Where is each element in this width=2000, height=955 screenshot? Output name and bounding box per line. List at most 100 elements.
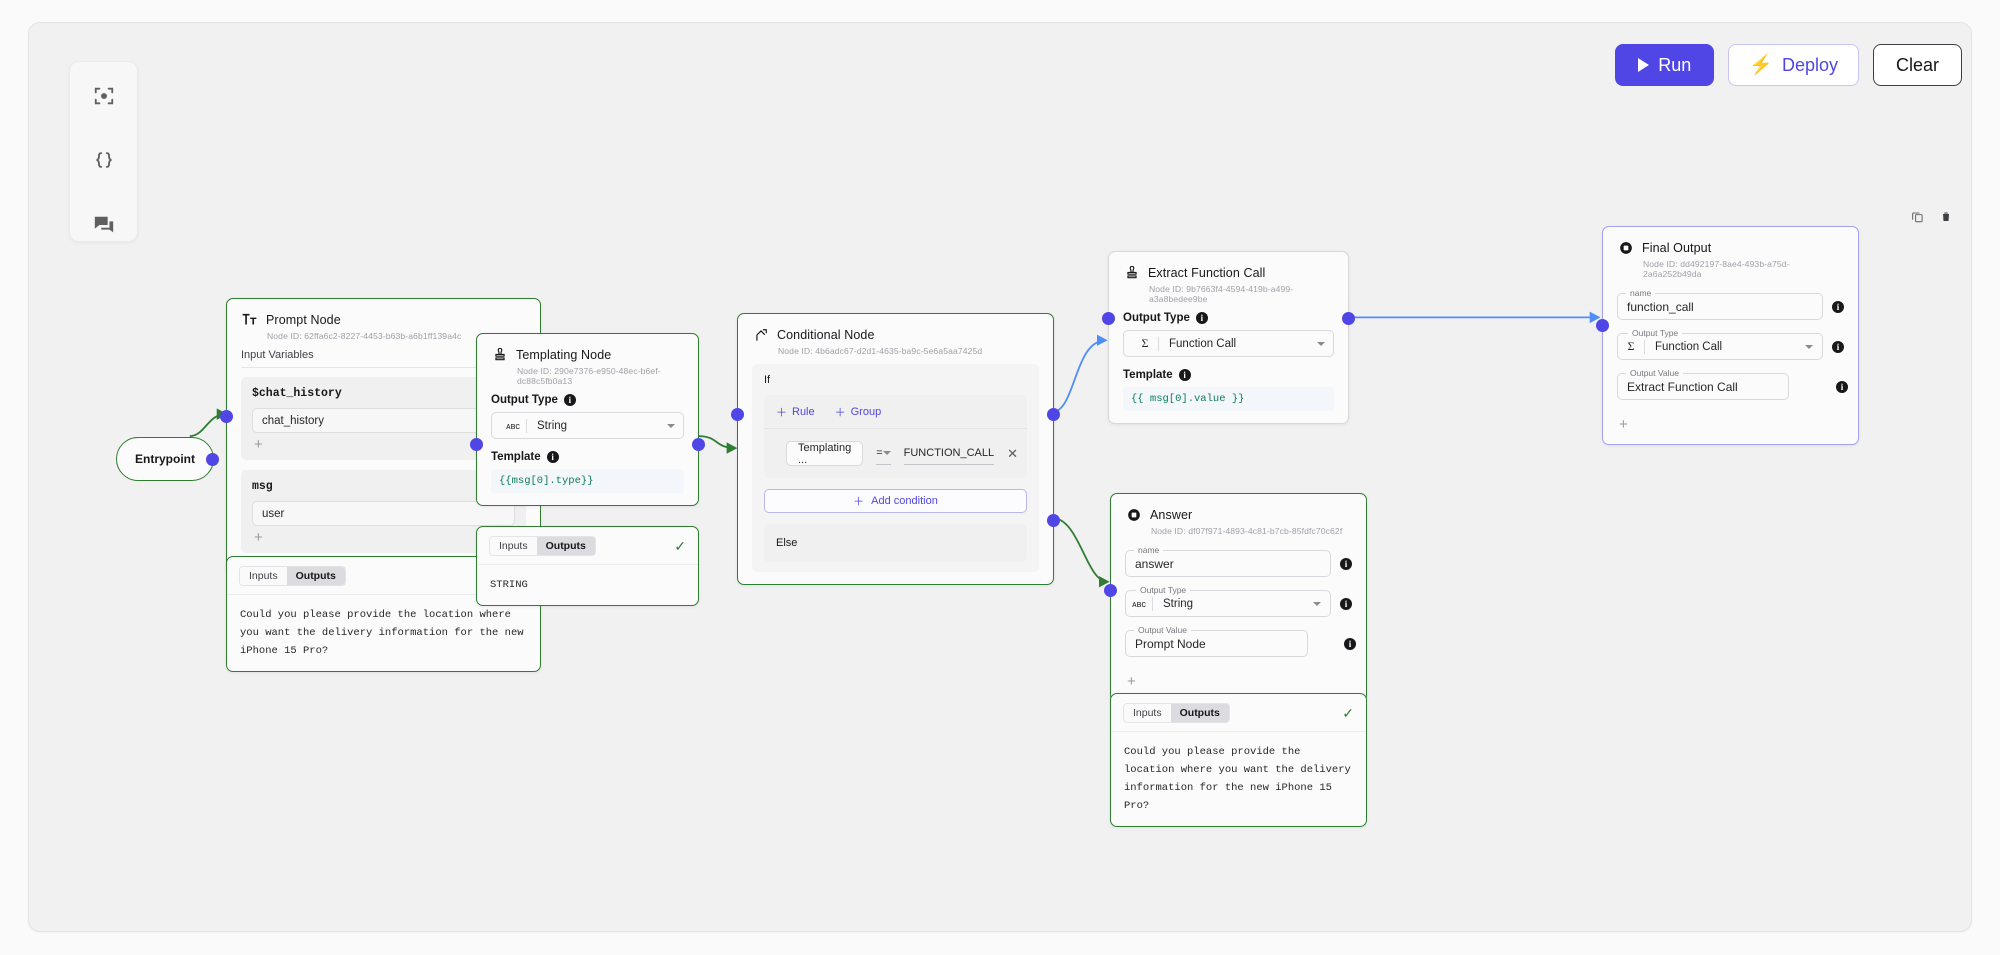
template-label-text: Template xyxy=(491,451,541,463)
rule-left-operand[interactable]: Templating ... xyxy=(786,441,864,466)
extract-function-call-node[interactable]: Extract Function Call Node ID: 9b7663f4-… xyxy=(1102,251,1355,424)
rule-right-operand-input[interactable]: FUNCTION_CALL xyxy=(903,443,995,465)
add-output-button[interactable]: + xyxy=(1617,413,1844,432)
add-group-label: Group xyxy=(850,406,882,418)
info-icon[interactable]: i xyxy=(1832,300,1844,313)
output-type-select[interactable]: Output Type ᴀʙᴄ String xyxy=(1125,585,1331,617)
info-icon[interactable]: i xyxy=(1178,369,1191,381)
add-rule-label: Rule xyxy=(792,406,815,418)
prompt-input-port[interactable] xyxy=(220,410,233,423)
play-icon xyxy=(1638,58,1650,72)
add-rule-button[interactable]: ＋ Rule xyxy=(776,404,815,420)
info-icon[interactable]: i xyxy=(1340,557,1352,570)
run-button-label: Run xyxy=(1658,54,1692,75)
answer-node-body: name answer i Output Type ᴀʙᴄ String i O… xyxy=(1111,538,1366,701)
info-icon[interactable]: i xyxy=(1832,340,1844,353)
template-code-input[interactable]: {{msg[0].type}} xyxy=(491,469,684,493)
remove-rule-icon[interactable]: ✕ xyxy=(1007,447,1018,460)
tab-inputs[interactable]: Inputs xyxy=(240,567,287,585)
workflow-editor: Run ⚡ Deploy Clear Entrypoint Prompt Nod… xyxy=(0,0,2000,955)
info-icon[interactable]: i xyxy=(563,394,576,406)
deploy-button[interactable]: ⚡ Deploy xyxy=(1728,44,1859,86)
final-output-node[interactable]: Final Output Node ID: dd492197-8ae4-493b… xyxy=(1596,226,1859,445)
tab-outputs[interactable]: Outputs xyxy=(286,567,345,585)
conditional-else-output-port[interactable] xyxy=(1047,514,1060,527)
entrypoint-node[interactable]: Entrypoint xyxy=(116,437,219,481)
sigma-icon: Σ xyxy=(1141,336,1149,350)
final-output-title: Final Output xyxy=(1642,240,1712,255)
rule-actions: ＋ Rule ＋ Group xyxy=(764,395,1027,429)
status-check-icon: ✓ xyxy=(1342,705,1354,721)
add-condition-button[interactable]: ＋ Add condition xyxy=(764,489,1027,513)
answer-node-id: Node ID: df07f971-4893-4c81-b7cb-85fdfc7… xyxy=(1151,526,1343,536)
add-group-button[interactable]: ＋ Group xyxy=(835,404,882,420)
extract-output-port[interactable] xyxy=(1342,312,1355,325)
run-button[interactable]: Run xyxy=(1615,44,1715,86)
final-output-input-port[interactable] xyxy=(1596,319,1609,332)
info-icon[interactable]: i xyxy=(1195,312,1208,324)
output-type-select[interactable]: Σ Function Call xyxy=(1123,330,1334,357)
chat-bubbles-icon[interactable] xyxy=(87,209,121,241)
name-field-row: name function_call i xyxy=(1617,288,1844,320)
info-icon[interactable]: i xyxy=(1340,597,1352,610)
answer-io-panel: Inputs Outputs ✓ Could you please provid… xyxy=(1110,693,1367,828)
rule-operator-select[interactable]: = xyxy=(876,443,891,465)
tab-outputs[interactable]: Outputs xyxy=(536,537,595,555)
rule-box: ＋ Rule ＋ Group Templating ... = FUNCTION… xyxy=(764,395,1027,478)
add-condition-label: Add condition xyxy=(871,495,938,507)
template-label: Template i xyxy=(1123,369,1334,381)
answer-node-title: Answer xyxy=(1150,507,1193,522)
template-code-input[interactable]: {{ msg[0].value }} xyxy=(1123,387,1334,411)
templating-output-port[interactable] xyxy=(692,438,705,451)
tab-inputs[interactable]: Inputs xyxy=(1124,704,1171,722)
templating-node[interactable]: Templating Node Node ID: 290e7376-e950-4… xyxy=(470,333,705,506)
tab-inputs[interactable]: Inputs xyxy=(490,537,537,555)
answer-io-header: Inputs Outputs ✓ xyxy=(1111,694,1366,732)
io-tab-group: Inputs Outputs xyxy=(489,536,596,556)
answer-node[interactable]: Answer Node ID: df07f971-4893-4c81-b7cb-… xyxy=(1104,493,1367,702)
trash-icon[interactable] xyxy=(1940,210,1952,223)
extract-input-port[interactable] xyxy=(1102,312,1115,325)
template-label: Template i xyxy=(491,451,684,463)
sigma-icon: Σ xyxy=(1627,339,1635,353)
output-square-icon xyxy=(1617,239,1634,256)
templating-io-header: Inputs Outputs ✓ xyxy=(477,527,698,565)
final-output-header: Final Output Node ID: dd492197-8ae4-493b… xyxy=(1603,227,1858,281)
edge-conditional-answer xyxy=(1051,517,1110,588)
add-output-button[interactable]: + xyxy=(1125,670,1352,689)
answer-input-port[interactable] xyxy=(1104,584,1117,597)
output-value-field[interactable]: Output Value Prompt Node xyxy=(1125,625,1308,657)
name-field-row: name answer i xyxy=(1125,545,1352,577)
name-field[interactable]: name function_call xyxy=(1617,288,1823,320)
chevron-down-icon xyxy=(667,423,675,428)
clear-button[interactable]: Clear xyxy=(1872,44,1962,86)
io-tab-group: Inputs Outputs xyxy=(239,566,346,586)
curly-braces-icon[interactable] xyxy=(87,144,121,176)
conditional-input-port[interactable] xyxy=(731,408,744,421)
tab-outputs[interactable]: Outputs xyxy=(1170,704,1229,722)
chevron-down-icon xyxy=(1805,344,1813,349)
output-type-select[interactable]: ᴀʙᴄ String xyxy=(491,412,684,439)
info-icon[interactable]: i xyxy=(546,451,559,463)
output-type-select[interactable]: Output Type Σ Function Call xyxy=(1617,328,1823,360)
edge-conditional-extract xyxy=(1051,334,1108,414)
output-value: Prompt Node xyxy=(1135,636,1206,651)
entrypoint-output-port[interactable] xyxy=(206,453,219,466)
output-value-field[interactable]: Output Value Extract Function Call xyxy=(1617,368,1789,400)
variable-value-input[interactable]: user xyxy=(252,501,515,526)
abc-icon: ᴀʙᴄ xyxy=(506,420,520,431)
flow-canvas[interactable]: Entrypoint Prompt Node Node ID: 62ffa6c2… xyxy=(28,22,1972,932)
name-field[interactable]: name answer xyxy=(1125,545,1331,577)
output-type-value: String xyxy=(1163,597,1194,610)
else-label: Else xyxy=(776,537,798,549)
templating-input-port[interactable] xyxy=(470,438,483,451)
else-branch[interactable]: Else xyxy=(764,524,1027,562)
info-icon[interactable]: i xyxy=(1836,380,1848,393)
info-icon[interactable]: i xyxy=(1344,637,1356,650)
focus-target-icon[interactable] xyxy=(87,80,121,112)
output-type-label: Output Type i xyxy=(491,394,684,406)
stamp-icon xyxy=(491,346,508,363)
conditional-node[interactable]: Conditional Node Node ID: 4b6adc67-d2d1-… xyxy=(731,313,1060,585)
copy-icon[interactable] xyxy=(1911,210,1924,223)
conditional-if-output-port[interactable] xyxy=(1047,408,1060,421)
